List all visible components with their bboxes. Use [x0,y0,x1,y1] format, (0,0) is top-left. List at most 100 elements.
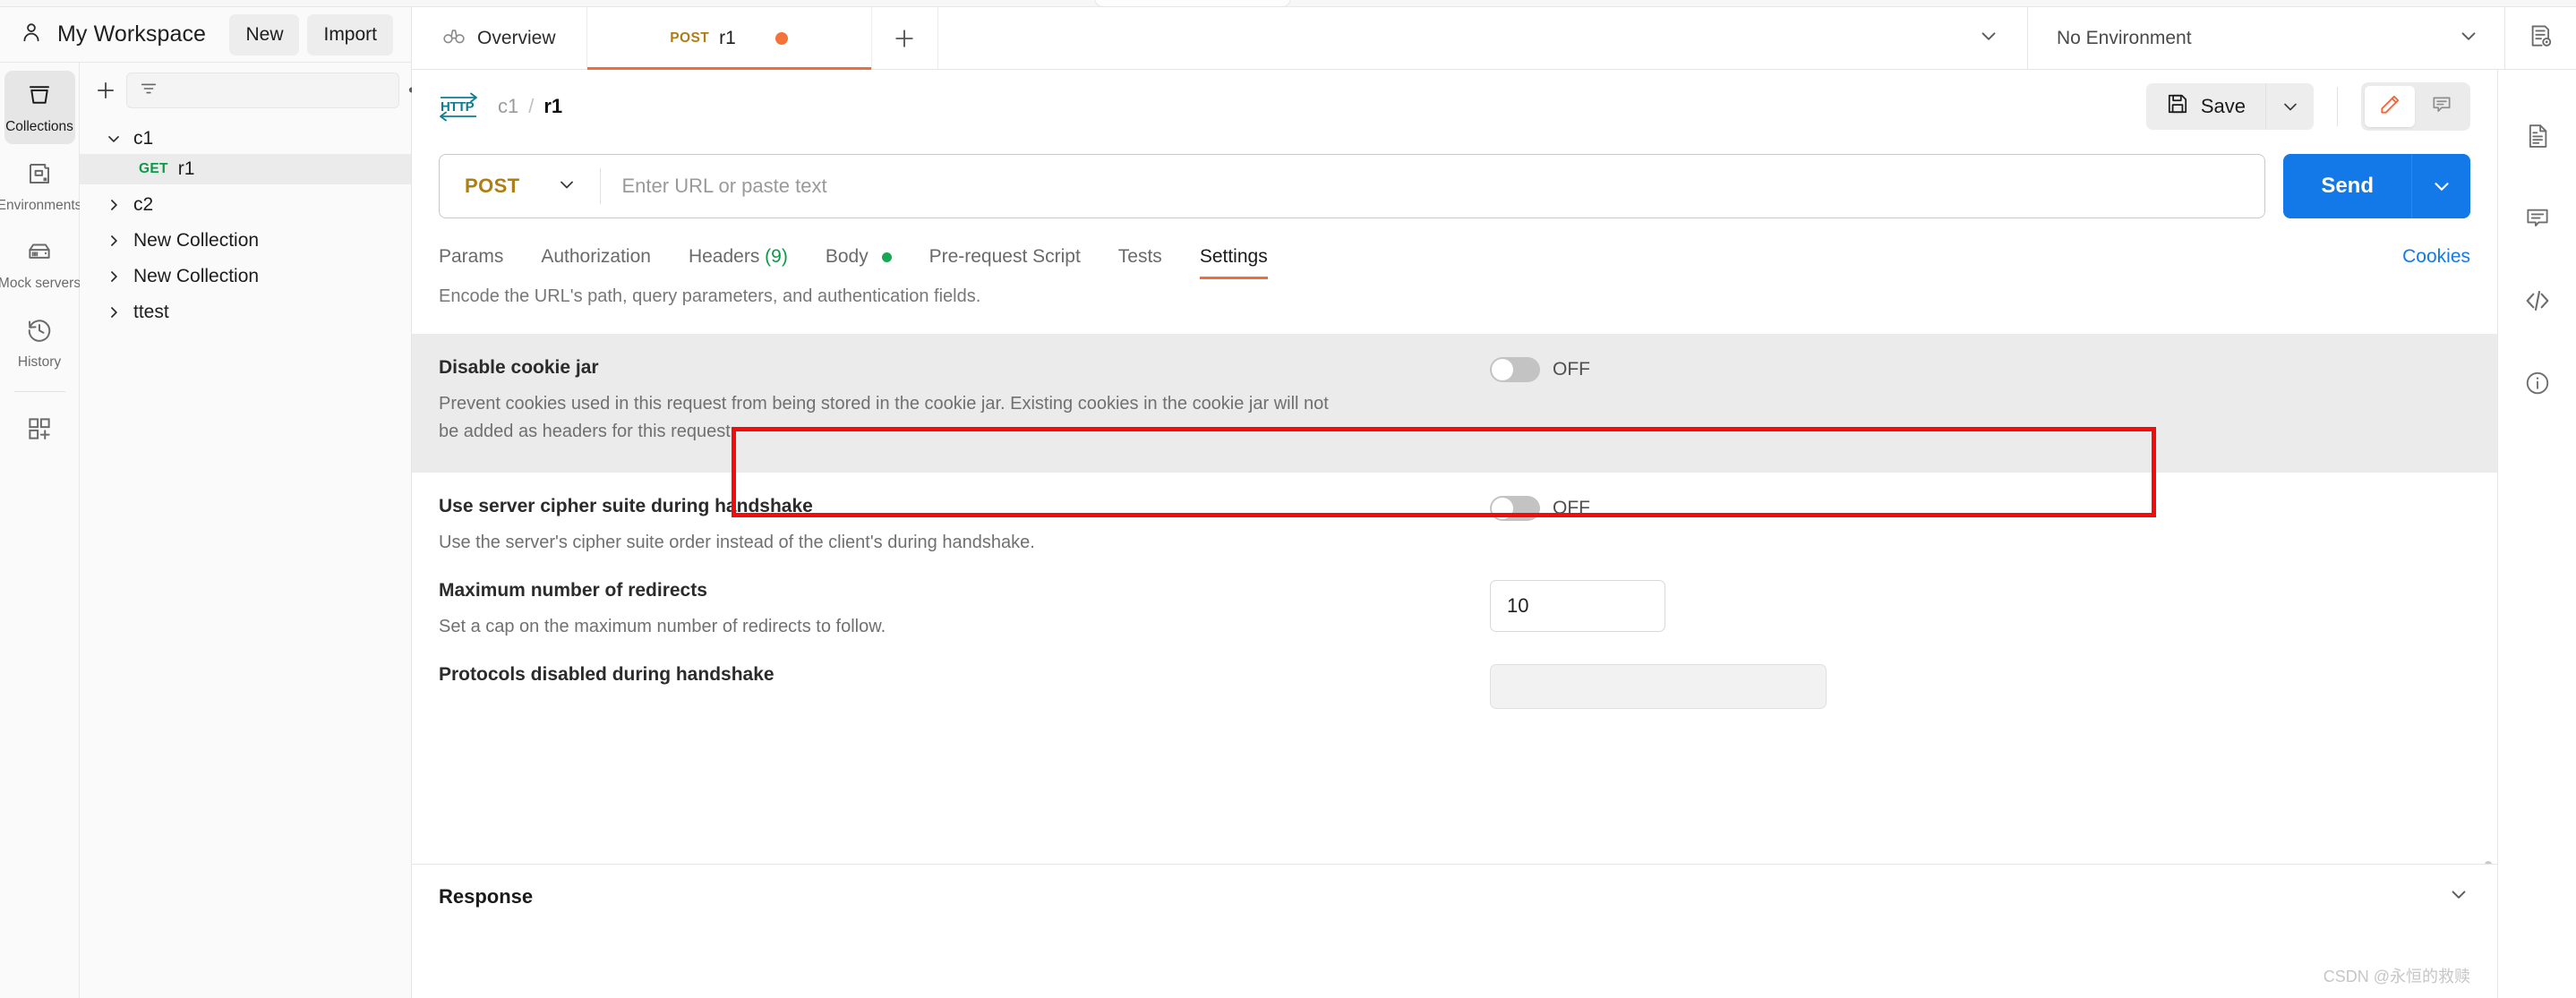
environments-icon [26,160,53,192]
code-snippet-button[interactable] [2498,261,2576,344]
tree-item-ttest[interactable]: ttest [80,297,411,328]
setting-disable-cookie-jar-text: Disable cookie jar Prevent cookies used … [439,357,1468,446]
http-method-selector[interactable]: POST [440,155,600,218]
filter-input[interactable] [126,73,399,108]
save-button-label: Save [2200,95,2246,117]
tab-overview[interactable]: Overview [412,7,587,69]
apps-grid-plus-button[interactable] [4,406,75,456]
comment-icon [2524,205,2551,236]
tab-tests[interactable]: Tests [1100,246,1181,279]
history-icon [26,317,53,348]
chevron-right-icon [101,268,126,286]
new-tab-button[interactable] [872,7,938,69]
tab-pre-request-script[interactable]: Pre-request Script [911,246,1100,279]
window-top-strip [0,0,2576,7]
disable-cookie-jar-toggle[interactable]: OFF [1490,357,1590,382]
sidebar-item-history[interactable]: History [4,306,75,380]
request-section-tabs: Params Authorization Headers (9) Body Pr… [412,229,2497,279]
url-input[interactable] [600,175,2265,198]
tree-item-c2[interactable]: c2 [80,190,411,220]
environment-quick-look-button[interactable] [2505,7,2576,69]
new-button[interactable]: New [229,13,300,55]
tab-settings[interactable]: Settings [1181,246,1287,279]
setting-max-redirects-control: 10 [1468,580,1827,641]
sidebar-item-mock-servers[interactable]: Mock servers [0,227,81,301]
sidebar-item-environments-label: Environments [0,197,82,213]
url-row: POST Send [412,143,2497,229]
window-tab-pill [1094,0,1291,7]
setting-max-redirects-title: Maximum number of redirects [439,580,707,601]
max-redirects-input[interactable]: 10 [1490,580,1665,632]
response-empty-area [412,928,2497,998]
response-title: Response [439,884,534,908]
chevron-right-icon [101,303,126,321]
tree-item-c1[interactable]: c1 [80,124,411,154]
tab-authorization-label: Authorization [541,246,651,267]
apps-grid-plus-icon [26,415,53,447]
send-button[interactable]: Send [2283,154,2411,218]
setting-max-redirects-text: Maximum number of redirects Set a cap on… [439,580,1468,641]
breadcrumb-collection[interactable]: c1 [498,95,518,118]
tab-request-r1[interactable]: POST r1 [586,7,872,70]
left-body: Collections Environments Mock servers Hi… [0,63,432,998]
tree-item-ttest-label: ttest [133,302,169,322]
collections-toolbar: ••• [80,63,432,118]
edit-mode-button[interactable] [2365,86,2415,127]
chevron-down-icon [556,174,578,200]
tab-settings-label: Settings [1199,246,1268,267]
breadcrumb-request[interactable]: r1 [543,95,562,118]
comments-button[interactable] [2498,179,2576,261]
save-options-button[interactable] [2265,83,2314,130]
environment-selector-value: No Environment [2057,27,2192,48]
toggle-knob [1492,359,1513,380]
setting-disable-cookie-jar[interactable]: Disable cookie jar Prevent cookies used … [412,334,2497,473]
tree-item-new-collection-1[interactable]: New Collection [80,226,411,256]
protocols-disabled-input[interactable] [1490,664,1827,709]
new-collection-button[interactable] [94,73,117,108]
import-button[interactable]: Import [307,13,393,55]
sidebar-item-environments[interactable]: Environments [0,149,81,223]
cookies-link[interactable]: Cookies [2402,246,2470,279]
response-collapse-chevron-icon[interactable] [2447,883,2470,910]
code-icon [2523,286,2552,320]
tab-authorization[interactable]: Authorization [522,246,670,279]
save-button-group: Save [2145,83,2314,130]
tab-bar: Overview POST r1 No Environment [412,7,2576,70]
server-cipher-suite-toggle[interactable]: OFF [1490,496,1590,521]
comment-mode-button[interactable] [2417,86,2467,127]
sidebar-item-mock-servers-label: Mock servers [0,276,81,291]
chevron-down-icon [2457,24,2480,53]
settings-scrollbar[interactable] [2485,861,2492,864]
setting-protocols-disabled[interactable]: Protocols disabled during handshake [439,641,2470,709]
info-button[interactable] [2498,344,2576,426]
tree-item-r1[interactable]: GET r1 [80,154,411,184]
setting-server-cipher-suite-title: Use server cipher suite during handshake [439,496,813,516]
tab-headers-count: (9) [765,246,788,267]
tab-headers[interactable]: Headers (9) [670,246,807,279]
setting-max-redirects[interactable]: Maximum number of redirects Set a cap on… [439,557,2470,641]
setting-disable-cookie-jar-control: OFF [1468,357,1827,446]
sidebar-item-collections[interactable]: Collections [4,71,75,144]
tab-body[interactable]: Body [807,246,911,279]
filter-text-field[interactable] [167,81,387,100]
tab-list-expand-button[interactable] [938,7,2028,69]
tab-params[interactable]: Params [439,246,522,279]
save-button[interactable]: Save [2145,83,2265,130]
right-column: Overview POST r1 No Environment HTTP c1 … [412,7,2576,998]
setting-server-cipher-suite[interactable]: Use server cipher suite during handshake… [439,473,2470,557]
response-bar[interactable]: Response [412,864,2497,928]
tree-item-r1-method: GET [139,161,168,176]
breadcrumb-separator: / [528,95,535,117]
environment-selector[interactable]: No Environment [2028,7,2505,69]
tree-item-new-collection-2-label: New Collection [133,266,260,286]
tab-headers-label: Headers [688,246,760,267]
setting-disable-cookie-jar-description: Prevent cookies used in this request fro… [439,394,1329,441]
environment-preview-icon [2528,22,2555,54]
filter-icon [139,79,158,103]
rail-divider [13,391,65,392]
send-options-button[interactable] [2411,154,2470,218]
tree-item-new-collection-2[interactable]: New Collection [80,261,411,292]
left-column: My Workspace New Import Collections Envi… [0,7,432,998]
documentation-button[interactable] [2498,97,2576,179]
setting-protocols-disabled-text: Protocols disabled during handshake [439,664,1468,709]
